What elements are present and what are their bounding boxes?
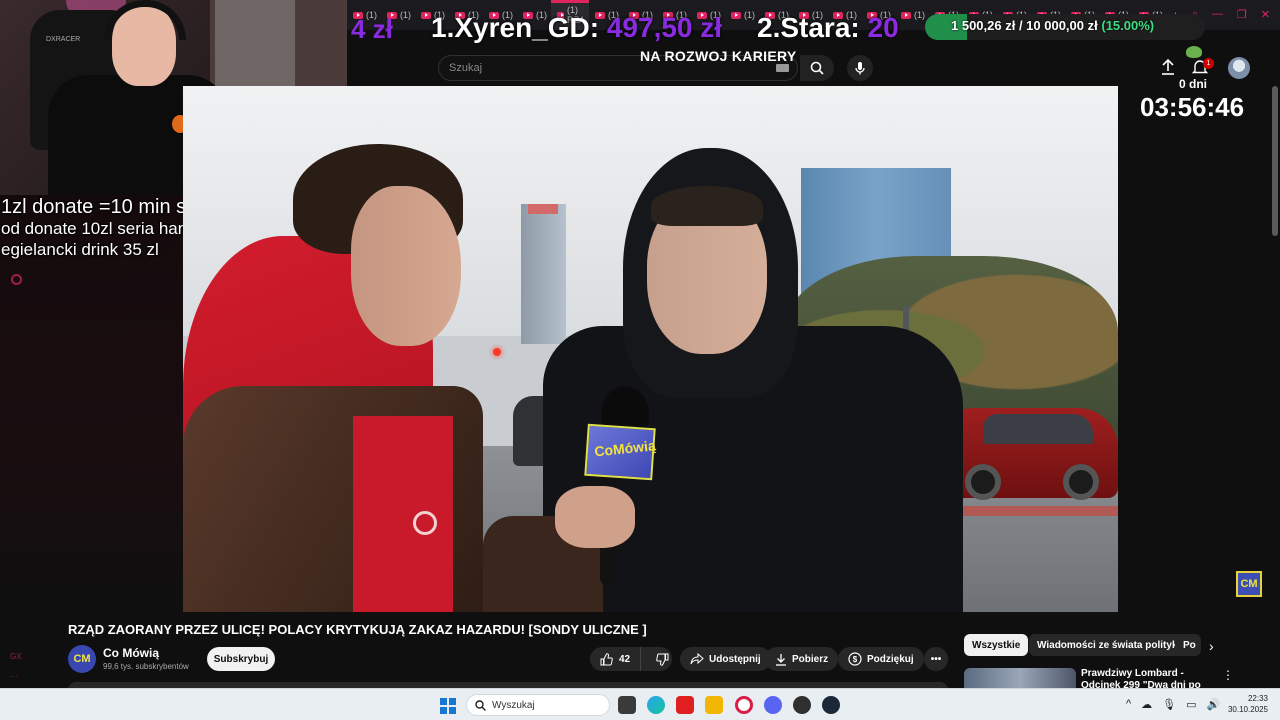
channel-name[interactable]: Co Mówią bbox=[103, 646, 159, 660]
chip-politics[interactable]: Wiadomości ze świata polityki bbox=[1029, 634, 1189, 656]
opera-gx-icon[interactable] bbox=[735, 696, 753, 714]
upload-icon[interactable] bbox=[1160, 58, 1176, 76]
mic-tray-icon[interactable]: 🎙 bbox=[1162, 698, 1176, 711]
channel-subscribers: 99,6 tys. subskrybentów bbox=[103, 662, 189, 671]
explorer-icon[interactable] bbox=[705, 696, 723, 714]
emote-icon bbox=[1186, 46, 1202, 58]
latest-donation-amount: 4 zł bbox=[351, 14, 393, 44]
clock-time: 22:33 bbox=[1247, 694, 1268, 703]
youtube-app-icon[interactable] bbox=[676, 696, 694, 714]
video-player[interactable]: CoMówią bbox=[183, 86, 1118, 612]
top-donor-first-value: 497,50 zł bbox=[606, 12, 723, 43]
more-vertical-icon[interactable]: ⋮ bbox=[1222, 668, 1234, 682]
microphone-icon bbox=[855, 62, 865, 75]
microphone-flag: CoMówią bbox=[584, 423, 657, 481]
gx-icon[interactable]: GX bbox=[10, 652, 22, 661]
overlay-text-line-3: egielancki drink 35 zl bbox=[1, 240, 159, 259]
stream-timer: 03:56:46 bbox=[1140, 92, 1245, 122]
search-icon bbox=[810, 61, 824, 75]
channel-watermark[interactable]: CM bbox=[1236, 571, 1262, 597]
mini-sidebar: GX ··· bbox=[0, 612, 30, 688]
recommended-video-title[interactable]: Prawdziwy Lombard - Odcinek 299 "Dwa dni… bbox=[1081, 668, 1211, 690]
recommended-video-thumbnail[interactable] bbox=[964, 668, 1076, 690]
thumbs-down-icon bbox=[656, 653, 669, 666]
download-button[interactable]: Pobierz bbox=[765, 647, 839, 671]
top-donor-second-value: 20 bbox=[867, 12, 899, 43]
days-counter: 0 dni bbox=[1179, 77, 1208, 91]
restore-icon[interactable]: ❐ bbox=[1237, 8, 1247, 21]
chevron-up-icon[interactable]: ^ bbox=[1126, 698, 1131, 711]
video-title: RZĄD ZAORANY PRZEZ ULICĘ! POLACY KRYTYKU… bbox=[68, 622, 647, 637]
system-tray: ^ ☁ 🎙 ▭ 🔊 bbox=[1126, 698, 1220, 711]
account-avatar[interactable] bbox=[1228, 57, 1250, 79]
steam-icon[interactable] bbox=[822, 696, 840, 714]
donation-goal-text: 1 500,26 zł / 10 000,00 zł (15.00%) bbox=[951, 18, 1154, 33]
more-icon[interactable]: ··· bbox=[10, 672, 18, 681]
windows-taskbar: Wyszukaj ^ ☁ 🎙 ▭ 🔊 22:33 30.10.2025 bbox=[0, 688, 1280, 720]
thanks-button[interactable]: $ Podziękuj bbox=[838, 647, 924, 671]
youtube-header: Szukaj bbox=[347, 50, 1280, 86]
page-scrollbar[interactable] bbox=[1272, 86, 1278, 236]
voice-search-button[interactable] bbox=[847, 55, 873, 81]
screen: DXRACER (1) (1) (1) (1) (1) (1) (1) RZĄ (1) (1)(… bbox=[0, 0, 1280, 720]
taskbar-clock[interactable]: 22:33 30.10.2025 bbox=[1226, 693, 1268, 715]
chevron-right-icon[interactable]: › bbox=[1209, 638, 1214, 654]
taskbar-search-placeholder: Wyszukaj bbox=[492, 699, 535, 711]
thanks-label: Podziękuj bbox=[867, 653, 914, 665]
donation-goal-percent: (15.00%) bbox=[1101, 18, 1155, 33]
thanks-icon: $ bbox=[848, 652, 862, 666]
donation-goal-bar: 1 500,26 zł / 10 000,00 zł (15.00%) bbox=[925, 14, 1205, 40]
top-donor-first: 1.Xyren_GD: 497,50 zł bbox=[431, 12, 722, 44]
top-donor-second: 2.Stara: 20 bbox=[757, 12, 899, 44]
more-horizontal-icon: ••• bbox=[930, 653, 942, 665]
donation-goal-amount: 1 500,26 zł / 10 000,00 zł bbox=[951, 18, 1098, 33]
monitor-icon[interactable]: ▭ bbox=[1186, 698, 1196, 711]
microphone-flag-logo: CoMówią bbox=[593, 437, 657, 460]
minimize-icon[interactable]: — bbox=[1212, 8, 1223, 21]
download-label: Pobierz bbox=[792, 653, 829, 665]
like-dislike-group: 42 bbox=[590, 647, 672, 671]
download-icon bbox=[776, 653, 786, 666]
dislike-button[interactable] bbox=[646, 647, 679, 671]
svg-text:$: $ bbox=[853, 655, 858, 664]
like-button[interactable]: 42 bbox=[590, 647, 642, 671]
cloud-icon[interactable]: ☁ bbox=[1141, 698, 1152, 711]
close-icon[interactable]: ✕ bbox=[1261, 8, 1270, 21]
channel-avatar[interactable]: CM bbox=[68, 645, 96, 673]
like-count: 42 bbox=[619, 653, 631, 665]
sidebar-settings-icon[interactable] bbox=[11, 274, 22, 285]
search-icon bbox=[475, 699, 486, 711]
thumbs-up-icon bbox=[600, 652, 613, 665]
chip-all[interactable]: Wszystkie bbox=[964, 634, 1029, 656]
chip-more[interactable]: Po bbox=[1175, 634, 1201, 656]
discord-icon[interactable] bbox=[764, 696, 782, 714]
more-actions-button[interactable]: ••• bbox=[924, 647, 948, 671]
search-button[interactable] bbox=[800, 55, 834, 81]
top-donor-second-label: 2.Stara: bbox=[757, 12, 860, 43]
edge-icon[interactable] bbox=[647, 696, 665, 714]
share-icon bbox=[690, 653, 704, 665]
share-label: Udostępnij bbox=[709, 653, 761, 665]
subscribe-button[interactable]: Subskrybuj bbox=[207, 647, 275, 671]
notification-badge: 1 bbox=[1203, 58, 1214, 69]
career-goal-label: NA ROZWOJ KARIERY bbox=[640, 48, 797, 64]
top-donor-first-label: 1.Xyren_GD: bbox=[431, 12, 600, 43]
keyboard-icon[interactable] bbox=[776, 64, 789, 72]
windows-start-icon[interactable] bbox=[440, 698, 456, 714]
clock-date: 30.10.2025 bbox=[1227, 705, 1268, 714]
share-button[interactable]: Udostępnij bbox=[680, 647, 771, 671]
task-view-icon[interactable] bbox=[618, 696, 636, 714]
obs-icon[interactable] bbox=[793, 696, 811, 714]
search-placeholder: Szukaj bbox=[449, 62, 483, 74]
taskbar-search[interactable]: Wyszukaj bbox=[466, 694, 610, 716]
volume-icon[interactable]: 🔊 bbox=[1207, 698, 1221, 711]
